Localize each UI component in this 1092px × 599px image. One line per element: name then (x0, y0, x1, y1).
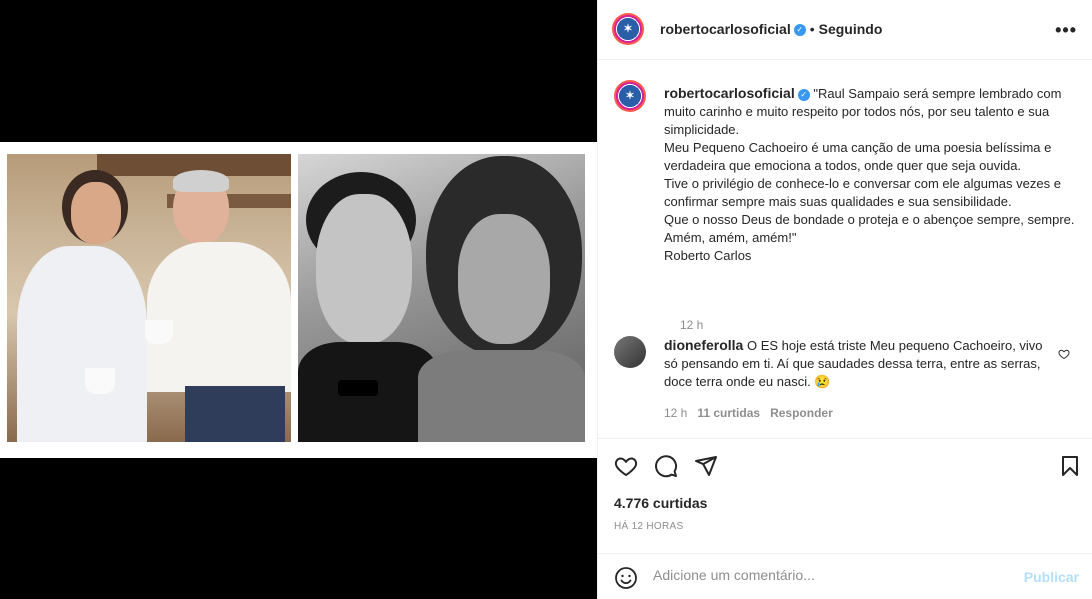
likes-count[interactable]: 4.776 curtidas (614, 495, 707, 511)
publish-button[interactable]: Publicar (1024, 569, 1079, 585)
verified-badge-icon: ✓ (793, 23, 806, 36)
comments-area[interactable]: ✶ robertocarlosoficial ✓ "Raul Sampaio se… (598, 60, 1092, 438)
verified-badge-icon: ✓ (797, 88, 810, 101)
bw-person-left-face (316, 194, 412, 344)
author-avatar[interactable]: ✶ (612, 13, 644, 45)
person-left-face (71, 182, 121, 244)
more-options-icon[interactable]: ••• (1055, 20, 1077, 41)
commenter-username[interactable]: dioneferolla (664, 337, 743, 353)
post-header: ✶ robertocarlosoficial ✓ • Seguindo ••• (598, 0, 1092, 60)
comment-time[interactable]: 12 h (664, 406, 687, 420)
caption-avatar[interactable]: ✶ (614, 80, 646, 112)
post-media[interactable] (0, 0, 597, 599)
cup-left (85, 368, 115, 394)
comment-bubble-icon[interactable] (654, 454, 680, 480)
like-heart-icon[interactable] (614, 454, 640, 480)
instagram-post-view: ✶ robertocarlosoficial ✓ • Seguindo ••• ✶ r… (0, 0, 1092, 599)
comment-meta: 12 h 11 curtidas Responder (664, 406, 833, 420)
photo-collage (0, 142, 597, 458)
bw-photo (298, 154, 585, 442)
caption-text-block: robertocarlosoficial ✓ "Raul Sampaio será… (664, 84, 1084, 265)
post-actions: 4.776 curtidas HÁ 12 HORAS Publicar (598, 438, 1092, 599)
person-right-jeans (185, 386, 285, 442)
bw-person-right-face (458, 214, 550, 344)
avatar-glyph: ✶ (625, 90, 635, 102)
post-side-panel: ✶ robertocarlosoficial ✓ • Seguindo ••• ✶ r… (597, 0, 1092, 599)
comment-likes[interactable]: 11 curtidas (697, 406, 760, 420)
add-comment-input[interactable] (653, 567, 1013, 583)
following-button[interactable]: Seguindo (819, 21, 883, 37)
cup-right (145, 320, 173, 344)
add-comment-bar: Publicar (598, 553, 1092, 599)
save-bookmark-icon[interactable] (1058, 454, 1084, 480)
color-photo (7, 154, 291, 442)
caption-username[interactable]: robertocarlosoficial (664, 85, 795, 101)
comment-like-heart-icon[interactable] (1058, 348, 1070, 363)
person-right-shirt (147, 242, 291, 392)
commenter-avatar[interactable] (614, 336, 646, 368)
person-left-shirt (17, 246, 147, 442)
caption-time[interactable]: 12 h (680, 318, 703, 332)
author-username[interactable]: robertocarlosoficial (660, 21, 791, 37)
caption-text: "Raul Sampaio será sempre lembrado com m… (664, 86, 1075, 263)
separator-dot: • (809, 21, 815, 37)
emoji-smiley-icon[interactable] (614, 566, 638, 590)
comment-reply-button[interactable]: Responder (770, 406, 833, 420)
post-timestamp[interactable]: HÁ 12 HORAS (614, 521, 683, 532)
share-send-icon[interactable] (694, 454, 720, 480)
comment-text-block: dioneferolla O ES hoje está triste Meu p… (664, 336, 1054, 391)
bw-person-left-bowtie (338, 380, 378, 396)
person-right-hair (173, 170, 229, 192)
header-line: robertocarlosoficial ✓ • Seguindo (660, 21, 882, 39)
avatar-glyph: ✶ (623, 23, 633, 35)
bw-person-right-shirt (418, 350, 585, 442)
